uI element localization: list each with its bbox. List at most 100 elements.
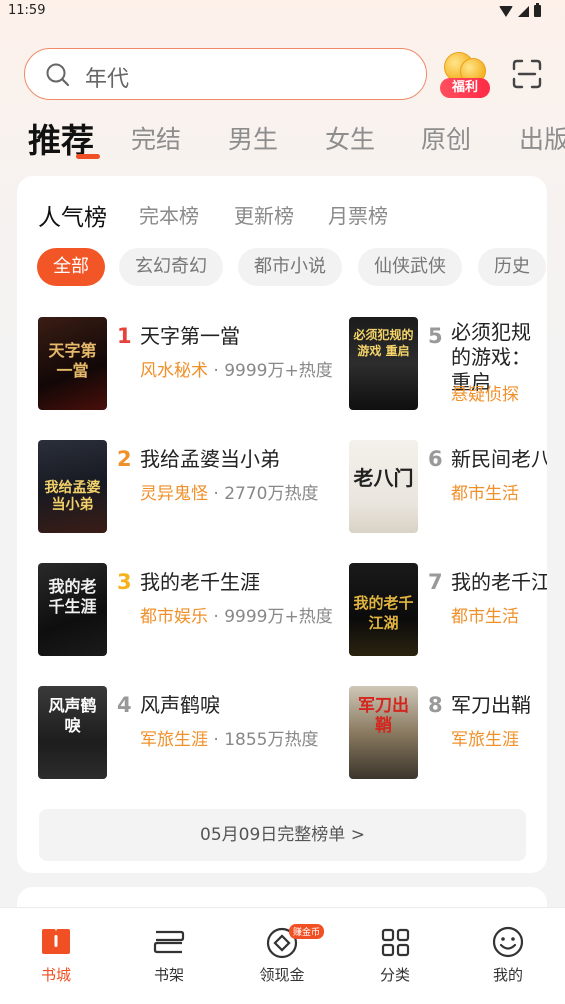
book-genre: 军旅生涯 <box>140 730 208 750</box>
main-tabs: 推荐 完结 男生 女生 原创 出版 <box>28 112 565 168</box>
cover-title: 我的老千生涯 <box>48 577 97 616</box>
nav-label: 分类 <box>379 966 410 984</box>
signal-icon <box>518 5 529 17</box>
nav-label: 领现金 <box>259 966 305 984</box>
book-heat: 1855万热度 <box>224 730 319 750</box>
chip-all[interactable]: 全部 <box>37 248 105 286</box>
book-cover: 我给孟婆当小弟 <box>38 440 107 533</box>
nav-earn-cash[interactable]: 赚金币 领现金 <box>237 908 327 1004</box>
book-genre: 都市娱乐 <box>140 607 208 627</box>
tab-completed[interactable]: 完结 <box>131 120 181 156</box>
search-placeholder: 年代 <box>85 67 130 92</box>
nav-bookstore[interactable]: 书城 <box>11 908 101 1004</box>
tab-female[interactable]: 女生 <box>325 120 375 156</box>
book-item[interactable]: 必须犯规的游戏 重启 5 必须犯规的游戏：重启 悬疑侦探 <box>349 314 547 410</box>
welfare-button[interactable]: 福利 <box>438 50 492 98</box>
genre-chips: 全部 玄幻奇幻 都市小说 仙侠武侠 历史 <box>37 248 547 288</box>
nav-profile[interactable]: 我的 <box>463 908 553 1004</box>
rank-number: 7 <box>428 570 443 594</box>
chip-urban[interactable]: 都市小说 <box>238 248 342 286</box>
book-title: 军刀出鞘 <box>451 693 531 717</box>
ranking-list: 天字第一當 1 天字第一當 风水秘术 · 9999万+热度 我给孟婆当小弟 2 … <box>17 314 547 794</box>
search-icon <box>46 63 70 87</box>
book-cover: 军刀出鞘 <box>349 686 418 779</box>
nav-label: 书城 <box>40 966 71 984</box>
book-item[interactable]: 军刀出鞘 8 军刀出鞘 军旅生涯 <box>349 683 547 779</box>
book-cover: 风声鹤唳 <box>38 686 107 779</box>
cover-title: 我给孟婆当小弟 <box>44 480 101 513</box>
tab-published[interactable]: 出版 <box>519 120 565 156</box>
profile-icon <box>492 926 524 958</box>
book-item[interactable]: 老八门 6 新民间老八门 都市生活 <box>349 437 547 533</box>
book-heat: 9999万+热度 <box>224 361 333 381</box>
rank-tab-updated[interactable]: 更新榜 <box>234 200 294 229</box>
book-cover: 老八门 <box>349 440 418 533</box>
book-item[interactable]: 我给孟婆当小弟 2 我给孟婆当小弟 灵异鬼怪 · 2770万热度 <box>38 437 368 533</box>
cover-title: 我的老千 江湖 <box>353 594 414 632</box>
book-item[interactable]: 我的老千生涯 3 我的老千生涯 都市娱乐 · 9999万+热度 <box>38 560 368 656</box>
book-genre: 都市生活 <box>451 484 519 504</box>
rank-number: 8 <box>428 693 443 717</box>
tab-male[interactable]: 男生 <box>228 120 278 156</box>
rank-tab-popular[interactable]: 人气榜 <box>38 198 107 232</box>
tab-original[interactable]: 原创 <box>421 120 471 156</box>
cover-title: 军刀出鞘 <box>358 696 409 736</box>
bookstore-icon <box>42 929 70 954</box>
rank-number: 4 <box>117 693 132 717</box>
book-meta: 军旅生涯 · 1855万热度 <box>140 730 319 750</box>
rank-number: 2 <box>117 447 132 471</box>
chip-fantasy[interactable]: 玄幻奇幻 <box>119 248 223 286</box>
nav-label: 我的 <box>492 966 523 984</box>
cover-title: 天字第一當 <box>48 341 97 380</box>
book-genre: 灵异鬼怪 <box>140 484 208 504</box>
nav-bookshelf[interactable]: 书架 <box>124 908 214 1004</box>
book-item[interactable]: 我的老千 江湖 7 我的老千江湖 都市生活 <box>349 560 547 656</box>
book-genre: 军旅生涯 <box>451 730 519 750</box>
book-meta: 灵异鬼怪 · 2770万热度 <box>140 484 319 504</box>
active-tab-indicator <box>76 154 100 159</box>
full-list-button[interactable]: 05月09日完整榜单 > <box>39 809 526 861</box>
book-genre: 悬疑侦探 <box>451 385 519 405</box>
chip-xianxia[interactable]: 仙侠武侠 <box>358 248 462 286</box>
book-item[interactable]: 天字第一當 1 天字第一當 风水秘术 · 9999万+热度 <box>38 314 368 410</box>
book-meta: 风水秘术 · 9999万+热度 <box>140 361 333 381</box>
book-genre: 都市生活 <box>451 607 519 627</box>
rank-number: 5 <box>428 324 443 348</box>
nav-label: 书架 <box>153 966 184 984</box>
status-icons <box>499 3 541 17</box>
rank-number: 3 <box>117 570 132 594</box>
book-meta: 都市生活 <box>451 602 519 627</box>
rank-tab-finished[interactable]: 完本榜 <box>139 200 199 229</box>
rank-number: 6 <box>428 447 443 471</box>
ranking-card: 人气榜 完本榜 更新榜 月票榜 全部 玄幻奇幻 都市小说 仙侠武侠 历史 天字第… <box>17 176 547 873</box>
wifi-icon <box>499 5 513 17</box>
book-cover: 天字第一當 <box>38 317 107 410</box>
rank-tab-monthly-ticket[interactable]: 月票榜 <box>328 200 388 229</box>
cover-title: 老八门 <box>353 466 414 490</box>
nav-category[interactable]: 分类 <box>350 908 440 1004</box>
scan-icon[interactable] <box>511 58 543 90</box>
cash-badge: 赚金币 <box>289 924 325 939</box>
bottom-nav: 书城 书架 赚金币 领现金 分类 我的 <box>0 907 565 1004</box>
book-genre: 风水秘术 <box>140 361 208 381</box>
book-title: 风声鹤唳 <box>140 693 220 717</box>
book-meta: 都市娱乐 · 9999万+热度 <box>140 607 333 627</box>
book-meta: 都市生活 <box>451 479 519 504</box>
battery-icon <box>534 3 541 17</box>
book-heat: 2770万热度 <box>224 484 319 504</box>
welfare-badge: 福利 <box>440 78 490 98</box>
book-title: 我给孟婆当小弟 <box>140 447 280 471</box>
bookshelf-icon <box>153 930 185 954</box>
book-meta: 军旅生涯 <box>451 725 519 750</box>
status-time: 11:59 <box>8 3 46 18</box>
book-title: 新民间老八门 <box>451 447 547 471</box>
search-bar[interactable]: 年代 <box>24 48 427 100</box>
book-cover: 我的老千 江湖 <box>349 563 418 656</box>
rank-number: 1 <box>117 324 132 348</box>
category-icon <box>381 928 410 957</box>
book-title: 我的老千江湖 <box>451 570 547 594</box>
book-title: 我的老千生涯 <box>140 570 260 594</box>
book-item[interactable]: 风声鹤唳 4 风声鹤唳 军旅生涯 · 1855万热度 <box>38 683 368 779</box>
status-bar: 11:59 <box>0 0 565 24</box>
chip-history[interactable]: 历史 <box>478 248 546 286</box>
